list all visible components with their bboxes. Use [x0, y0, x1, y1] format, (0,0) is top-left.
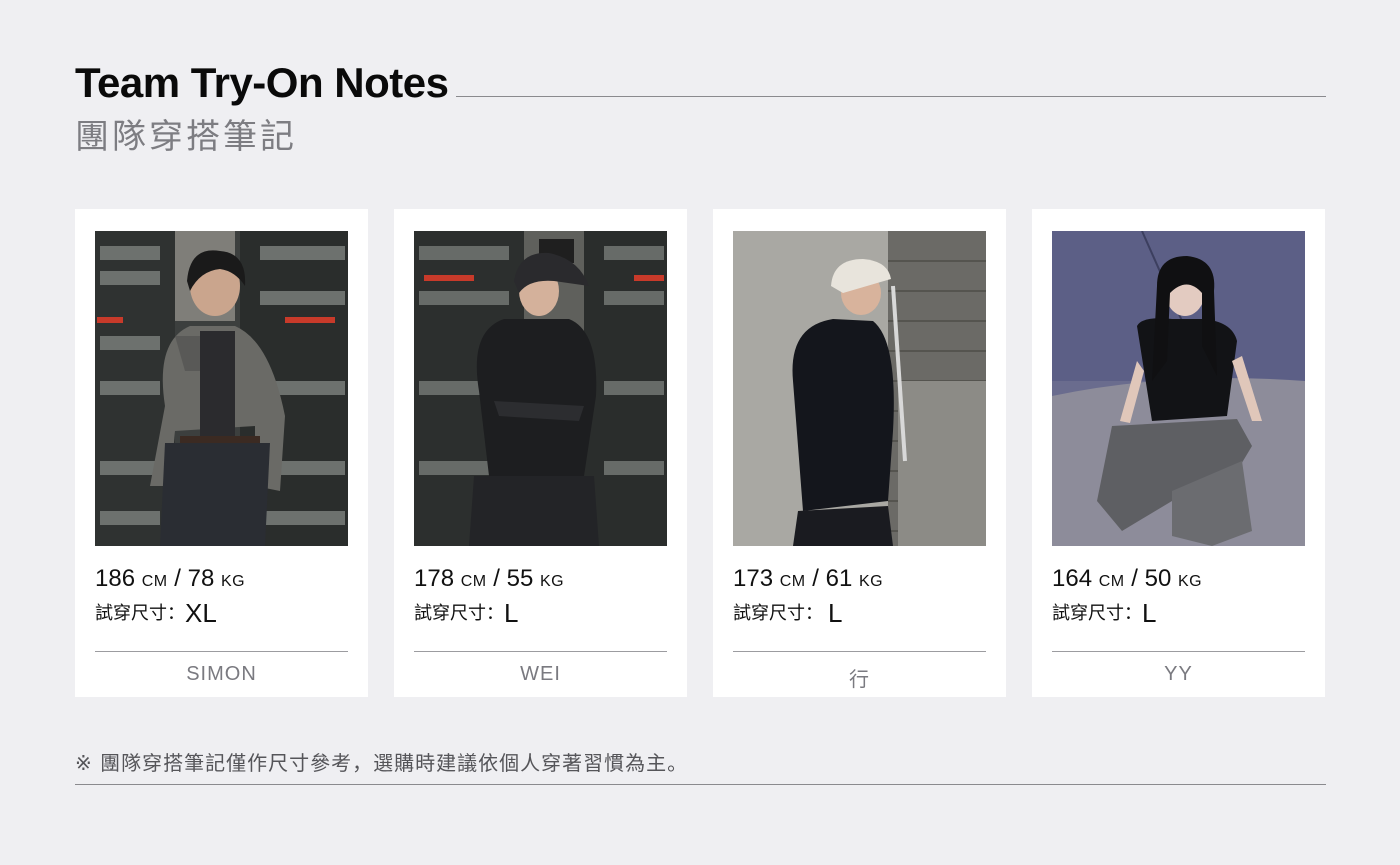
weight-unit: KG: [221, 573, 246, 590]
member-name: 行: [849, 669, 870, 691]
header: Team Try-On Notes 團隊穿搭筆記: [75, 58, 1326, 158]
disclaimer-note: ※ 團隊穿搭筆記僅作尺寸參考，選購時建議依個人穿著習慣為主。: [75, 751, 689, 775]
member-photo: [733, 231, 986, 546]
size-label: 試穿尺寸：: [1052, 603, 1142, 623]
title-divider: [456, 96, 1326, 97]
size-value: L: [1142, 598, 1157, 628]
member-card-yy: 164 CM / 50 KG 試穿尺寸：L YY: [1032, 209, 1325, 697]
card-divider: [1052, 651, 1305, 652]
weight-value: 61: [825, 565, 853, 592]
height-unit: CM: [1098, 573, 1125, 590]
card-divider: [95, 651, 348, 652]
weight-value: 55: [506, 565, 534, 592]
height-value: 178: [414, 565, 455, 592]
try-on-size: 試穿尺寸： L: [733, 598, 842, 629]
member-name: SIMON: [186, 663, 257, 685]
try-on-size: 試穿尺寸：XL: [95, 598, 217, 629]
weight-unit: KG: [540, 573, 565, 590]
size-label: 試穿尺寸：: [95, 603, 185, 623]
weight-unit: KG: [1178, 573, 1203, 590]
size-value: L: [828, 598, 843, 628]
weight-unit: KG: [859, 573, 884, 590]
body-measurements: 186 CM / 78 KG: [95, 565, 246, 592]
height-unit: CM: [460, 573, 487, 590]
height-value: 186: [95, 565, 136, 592]
card-divider: [414, 651, 667, 652]
size-value: XL: [185, 598, 217, 628]
weight-value: 50: [1144, 565, 1172, 592]
try-on-size: 試穿尺寸：L: [1052, 598, 1156, 629]
size-value: L: [504, 598, 519, 628]
body-measurements: 164 CM / 50 KG: [1052, 565, 1203, 592]
size-label: 試穿尺寸：: [733, 603, 823, 623]
page-subtitle: 團隊穿搭筆記: [75, 117, 297, 157]
member-name: WEI: [520, 663, 561, 685]
height-unit: CM: [779, 573, 806, 590]
member-cards: 186 CM / 78 KG 試穿尺寸：XL SIMON 178 CM / 55…: [75, 209, 1325, 697]
body-measurements: 178 CM / 55 KG: [414, 565, 565, 592]
member-card-simon: 186 CM / 78 KG 試穿尺寸：XL SIMON: [75, 209, 368, 697]
weight-value: 78: [187, 565, 215, 592]
member-name: YY: [1164, 663, 1193, 685]
title-row: Team Try-On Notes: [75, 58, 1326, 108]
member-card-hang: 173 CM / 61 KG 試穿尺寸： L 行: [713, 209, 1006, 697]
body-measurements: 173 CM / 61 KG: [733, 565, 884, 592]
height-unit: CM: [141, 573, 168, 590]
size-label: 試穿尺寸：: [414, 603, 504, 623]
try-on-size: 試穿尺寸：L: [414, 598, 518, 629]
member-photo: [95, 231, 348, 546]
member-photo: [1052, 231, 1305, 546]
footer-divider: [75, 784, 1326, 785]
member-card-wei: 178 CM / 55 KG 試穿尺寸：L WEI: [394, 209, 687, 697]
member-photo: [414, 231, 667, 546]
height-value: 164: [1052, 565, 1093, 592]
card-divider: [733, 651, 986, 652]
height-value: 173: [733, 565, 774, 592]
page-title: Team Try-On Notes: [75, 59, 449, 106]
